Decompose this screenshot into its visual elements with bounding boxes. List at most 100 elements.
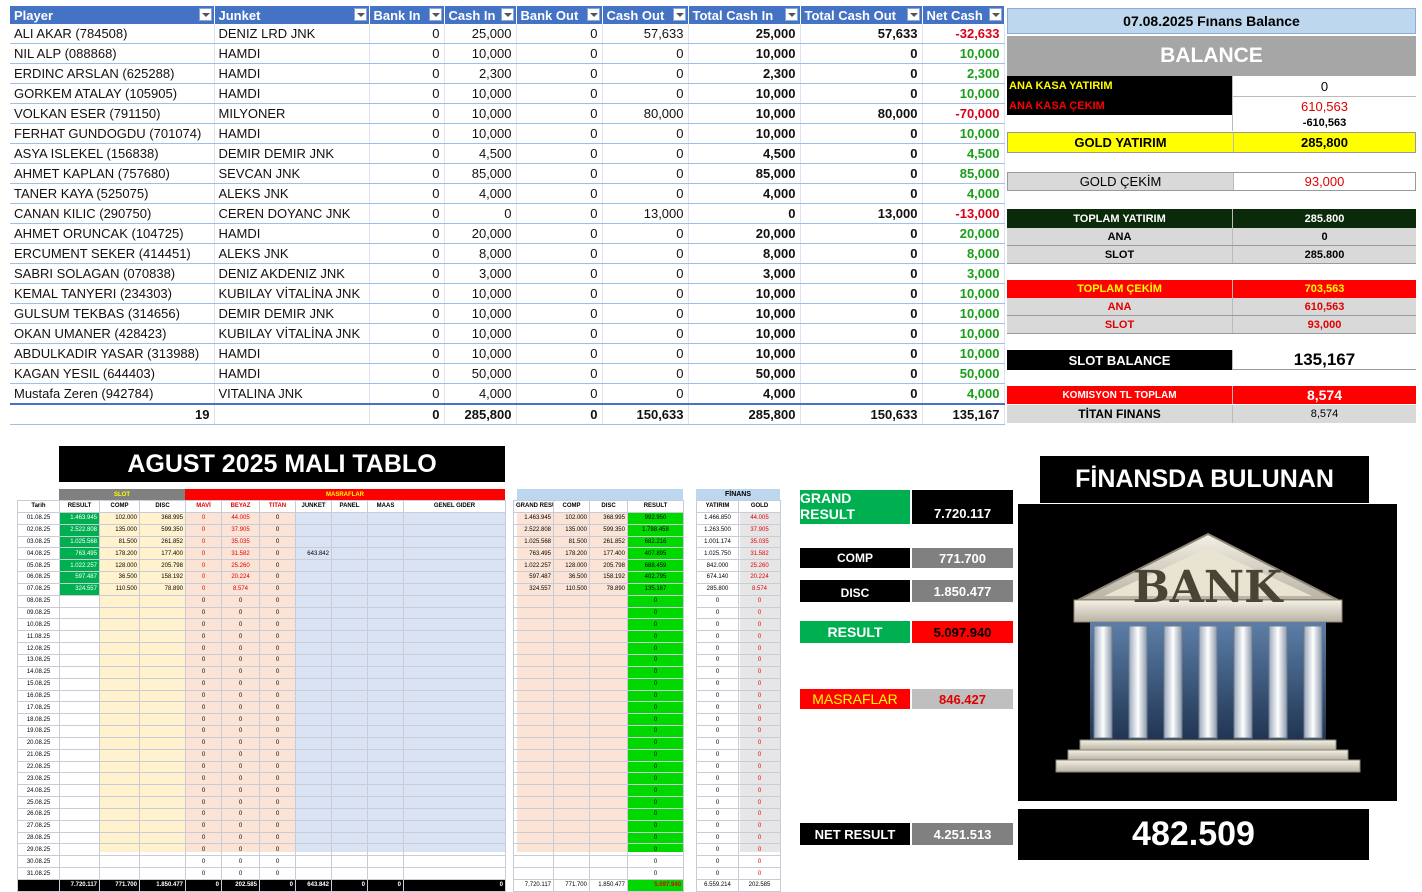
mali-cell: 128.000 [99, 559, 140, 573]
table-cell: 10,000 [688, 43, 801, 64]
mali-cell [367, 571, 404, 584]
table-cell: CEREN DOYANC JNK [214, 203, 370, 224]
column-header[interactable]: Cash Out [602, 6, 689, 24]
table-cell: ALEKS JNK [214, 243, 370, 264]
filter-dropdown-icon[interactable] [906, 8, 920, 21]
table-cell: 13,000 [800, 203, 923, 224]
filter-dropdown-icon[interactable] [428, 8, 442, 21]
grand-cell [589, 748, 628, 762]
filter-dropdown-icon[interactable] [353, 8, 367, 21]
mali-cell [99, 867, 140, 880]
masraflar-group-header: MASRAFLAR [185, 489, 505, 500]
filter-dropdown-icon[interactable] [784, 8, 798, 21]
mali-cell: 135.000 [99, 523, 140, 537]
table-cell: HAMDI [214, 83, 370, 104]
mali-cell: 0 [259, 760, 296, 774]
mali-cell [403, 594, 506, 608]
filter-dropdown-icon[interactable] [586, 8, 600, 21]
filter-dropdown-icon[interactable] [672, 8, 686, 21]
ana-kasa-diff-row: -610,563 [1007, 115, 1416, 131]
grand-cell [553, 807, 590, 821]
column-header[interactable]: Total Cash Out [800, 6, 923, 24]
column-header[interactable]: Cash In [444, 6, 517, 24]
grand-cell [513, 867, 554, 880]
filter-dropdown-icon[interactable] [988, 8, 1002, 21]
mali-cell: 24.08.25 [17, 784, 60, 798]
grand-row: 0 [513, 831, 684, 845]
column-header[interactable]: Bank In [369, 6, 445, 24]
ty-ana-row: ANA 0 [1007, 228, 1416, 246]
table-cell: TANER KAYA (525075) [10, 183, 215, 204]
mali-cell [139, 772, 186, 786]
table-cell: 10,000 [922, 83, 1005, 104]
table-cell: HAMDI [214, 63, 370, 84]
mali-cell [403, 511, 506, 525]
finans-row: 00 [696, 630, 781, 644]
mali-cell: 0 [259, 630, 296, 644]
filter-dropdown-icon[interactable] [500, 8, 514, 21]
grand-row: 0 [513, 606, 684, 620]
comp-value: 771.700 [912, 548, 1013, 568]
table-cell: 8,000 [688, 243, 801, 264]
table-cell: HAMDI [214, 363, 370, 384]
mali-cell: 0 [185, 571, 222, 584]
komisyon-label: KOMISYON TL TOPLAM [1062, 389, 1177, 401]
grand-cell: 0 [627, 819, 684, 833]
grand-cell: 368.995 [589, 511, 628, 525]
mali-cell: 0 [259, 748, 296, 762]
mali-cell: 0 [259, 594, 296, 608]
column-header[interactable]: Player [10, 6, 215, 24]
column-header[interactable]: Junket [214, 6, 370, 24]
mali-cell: 28.08.25 [17, 831, 60, 845]
grand-cell: 1.463.945 [513, 511, 554, 525]
mali-cell: 0 [185, 523, 222, 537]
grand-cell [589, 784, 628, 798]
table-row: TANER KAYA (525075) ALEKS JNK 0 4,000 0 0 4,00… [10, 183, 1005, 204]
grand-cell [553, 760, 590, 774]
grand-cell: 2.522.808 [513, 523, 554, 537]
mali-cell: 102.000 [99, 511, 140, 525]
mali-row: 15.08.25 0 0 0 [17, 677, 506, 691]
table-cell: 0 [602, 63, 689, 84]
table-cell: 10,000 [688, 103, 801, 124]
grand-cell [513, 665, 554, 679]
column-header-label: Total Cash Out [804, 7, 896, 23]
mali-cell [59, 807, 100, 821]
mali-cell [59, 594, 100, 608]
column-header[interactable]: Total Cash In [688, 6, 801, 24]
finans-cell: 0 [738, 867, 781, 880]
table-cell: 10,000 [922, 283, 1005, 304]
table-cell: 4,000 [444, 383, 517, 405]
grand-total-cell: 7.720.117 [513, 879, 554, 892]
mali-column-header: TITAN [259, 500, 296, 513]
mali-cell [367, 713, 404, 727]
column-header[interactable]: Bank Out [516, 6, 603, 24]
finans-cell: 1.466.850 [696, 511, 739, 525]
mali-row: 19.08.25 0 0 0 [17, 725, 506, 738]
table-cell: KEMAL TANYERI (234303) [10, 283, 215, 304]
mali-cell: 17.08.25 [17, 701, 60, 715]
grand-row: 0 [513, 796, 684, 809]
mali-row: 23.08.25 0 0 0 [17, 772, 506, 786]
mali-cell [59, 760, 100, 774]
mali-cell [59, 689, 100, 703]
column-header[interactable]: Net Cash [922, 6, 1005, 24]
grand-row: 0 [513, 642, 684, 655]
mali-cell: 14.08.25 [17, 665, 60, 679]
finansda-amount: 482.509 [1018, 809, 1369, 860]
mali-row: 31.08.25 0 0 0 [17, 867, 506, 880]
mali-cell [403, 523, 506, 537]
gold-yatirim-label: GOLD YATIRIM [1074, 135, 1167, 150]
mali-column-header: JUNKET [295, 500, 332, 513]
table-cell: 10,000 [688, 323, 801, 344]
filter-dropdown-icon[interactable] [198, 8, 212, 21]
finans-cell: 0 [696, 665, 739, 679]
mali-cell [403, 736, 506, 750]
mali-cell [367, 618, 404, 632]
mali-cell [331, 819, 368, 833]
mali-cell [99, 618, 140, 632]
table-cell: 2,300 [688, 63, 801, 84]
mali-cell: 13.08.25 [17, 653, 60, 667]
mali-cell: 0 [185, 689, 222, 703]
mali-cell [403, 653, 506, 667]
